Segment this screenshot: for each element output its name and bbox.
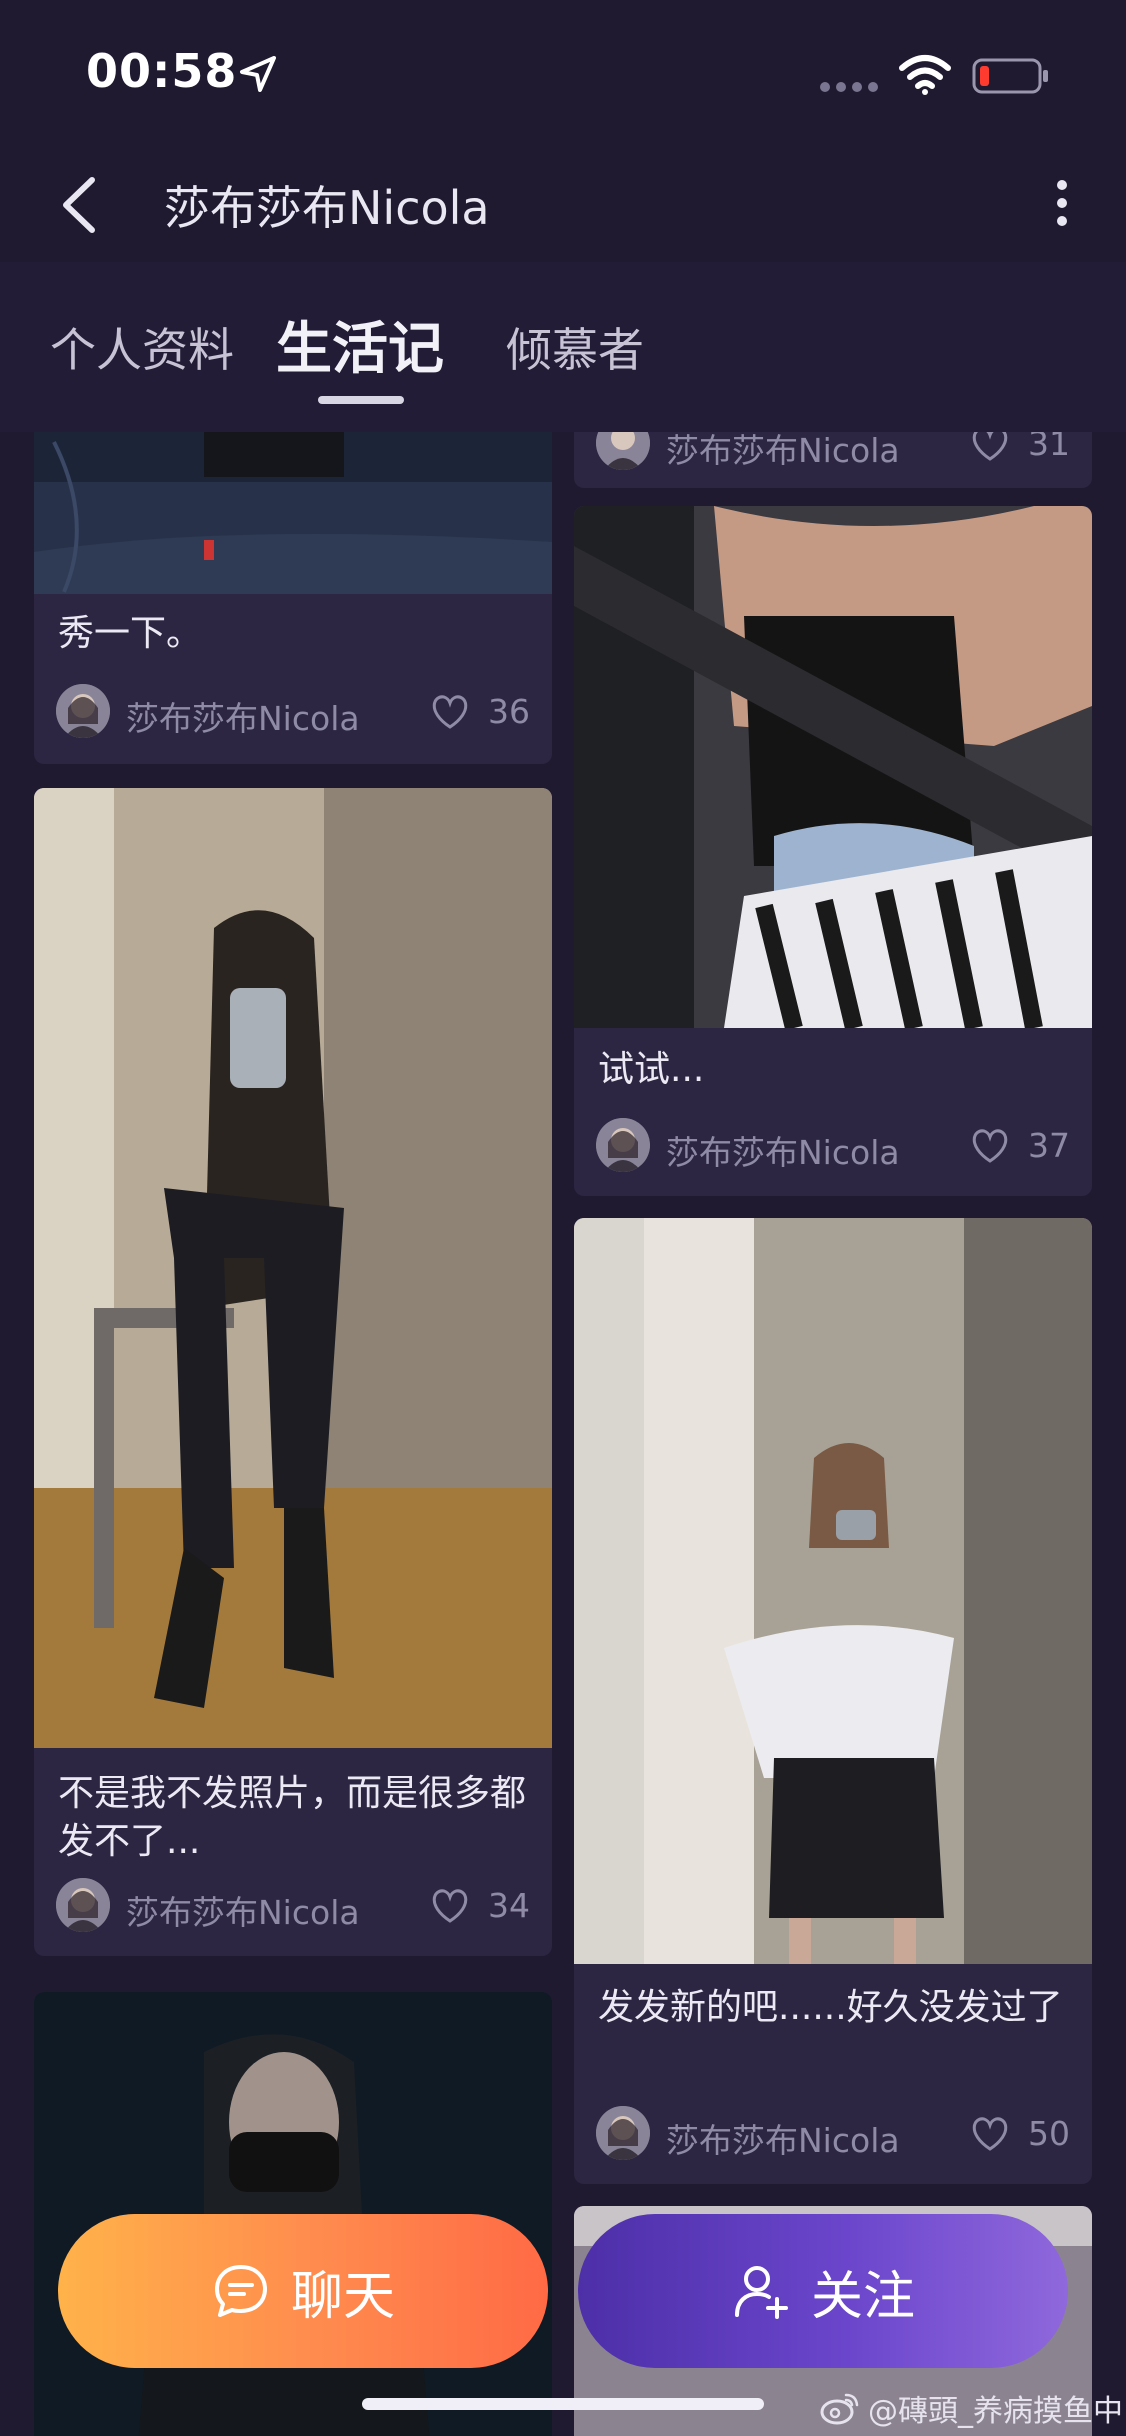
author-name[interactable]: 莎布莎布Nicola: [126, 692, 360, 740]
heart-icon[interactable]: [970, 1128, 1010, 1164]
heart-icon[interactable]: [970, 432, 1010, 462]
profile-tabs: 个人资料 生活记 倾慕者: [0, 262, 1126, 432]
watermark-text: @磚頭_养病摸鱼中: [868, 2394, 1123, 2429]
author-name[interactable]: 莎布莎布Nicola: [666, 1126, 900, 1174]
tab-admirers[interactable]: 倾慕者: [506, 314, 644, 380]
follow-button[interactable]: 关注: [578, 2214, 1068, 2368]
post-card[interactable]: 发发新的吧......好久没发过了 莎布莎布Nicola 50: [574, 1218, 1092, 2184]
post-card[interactable]: 莎布莎布Nicola 31: [574, 432, 1092, 488]
chat-button[interactable]: 聊天: [58, 2214, 548, 2368]
nav-bar: 莎布莎布Nicola: [0, 150, 1126, 262]
post-meta: 莎布莎布Nicola 34: [56, 1878, 530, 1932]
post-meta: 莎布莎布Nicola 31: [596, 432, 1070, 470]
location-arrow-icon: [240, 56, 276, 92]
heart-icon[interactable]: [430, 694, 470, 730]
like-count: 37: [1028, 1126, 1070, 1165]
post-photo: [34, 432, 552, 594]
post-caption: 秀一下。: [58, 613, 203, 654]
chat-bubble-icon: [214, 2265, 267, 2317]
like-count: 50: [1028, 2114, 1070, 2153]
post-meta: 莎布莎布Nicola 37: [596, 1118, 1070, 1172]
status-time: 00:58: [86, 44, 238, 98]
author-name[interactable]: 莎布莎布Nicola: [666, 2114, 900, 2162]
more-options-icon[interactable]: [1044, 172, 1080, 242]
post-caption: 试试...: [598, 1049, 705, 1090]
add-user-icon: [734, 2266, 788, 2319]
post-meta: 莎布莎布Nicola 36: [56, 684, 530, 738]
back-arrow-icon[interactable]: [52, 170, 112, 240]
post-card[interactable]: 不是我不发照片，而是很多都发不了... 莎布莎布Nicola 34: [34, 788, 552, 1956]
home-indicator[interactable]: [362, 2398, 764, 2410]
author-avatar: [596, 2106, 650, 2160]
post-card[interactable]: 秀一下。 莎布莎布Nicola 36: [34, 432, 552, 764]
wifi-icon: [899, 55, 951, 95]
chat-button-label: 聊天: [290, 2266, 395, 2327]
follow-button-label: 关注: [810, 2266, 915, 2327]
weibo-logo-icon: [820, 2393, 859, 2425]
like-count: 36: [488, 692, 530, 731]
post-feed[interactable]: 秀一下。 莎布莎布Nicola 36 不是我不发照片，而是很多都发不了... 莎…: [0, 432, 1126, 2436]
battery-low-icon: [972, 58, 1048, 94]
post-caption: 不是我不发照片，而是很多都发不了...: [58, 1773, 527, 1862]
post-caption: 发发新的吧......好久没发过了: [598, 1987, 1063, 2028]
tab-life-journal[interactable]: 生活记: [276, 304, 444, 385]
tab-profile[interactable]: 个人资料: [50, 314, 234, 380]
cellular-signal-icon: [820, 82, 880, 92]
post-meta: 莎布莎布Nicola 50: [596, 2106, 1070, 2160]
heart-icon[interactable]: [430, 1888, 470, 1924]
post-photo: [574, 1218, 1092, 1964]
post-card[interactable]: 试试... 莎布莎布Nicola 37: [574, 506, 1092, 1196]
page-title: 莎布莎布Nicola: [164, 181, 490, 235]
active-tab-indicator: [318, 396, 404, 404]
heart-icon[interactable]: [970, 2116, 1010, 2152]
post-photo: [34, 788, 552, 1748]
author-avatar: [596, 432, 650, 470]
like-count: 34: [488, 1886, 530, 1925]
author-name[interactable]: 莎布莎布Nicola: [126, 1886, 360, 1934]
author-avatar: [56, 1878, 110, 1932]
like-count: 31: [1028, 432, 1070, 463]
post-photo: [574, 506, 1092, 1028]
watermark: @磚頭_养病摸鱼中: [820, 2386, 1123, 2430]
status-bar: 00:58: [0, 0, 1126, 150]
author-avatar: [56, 684, 110, 738]
author-avatar: [596, 1118, 650, 1172]
author-name[interactable]: 莎布莎布Nicola: [666, 432, 900, 472]
